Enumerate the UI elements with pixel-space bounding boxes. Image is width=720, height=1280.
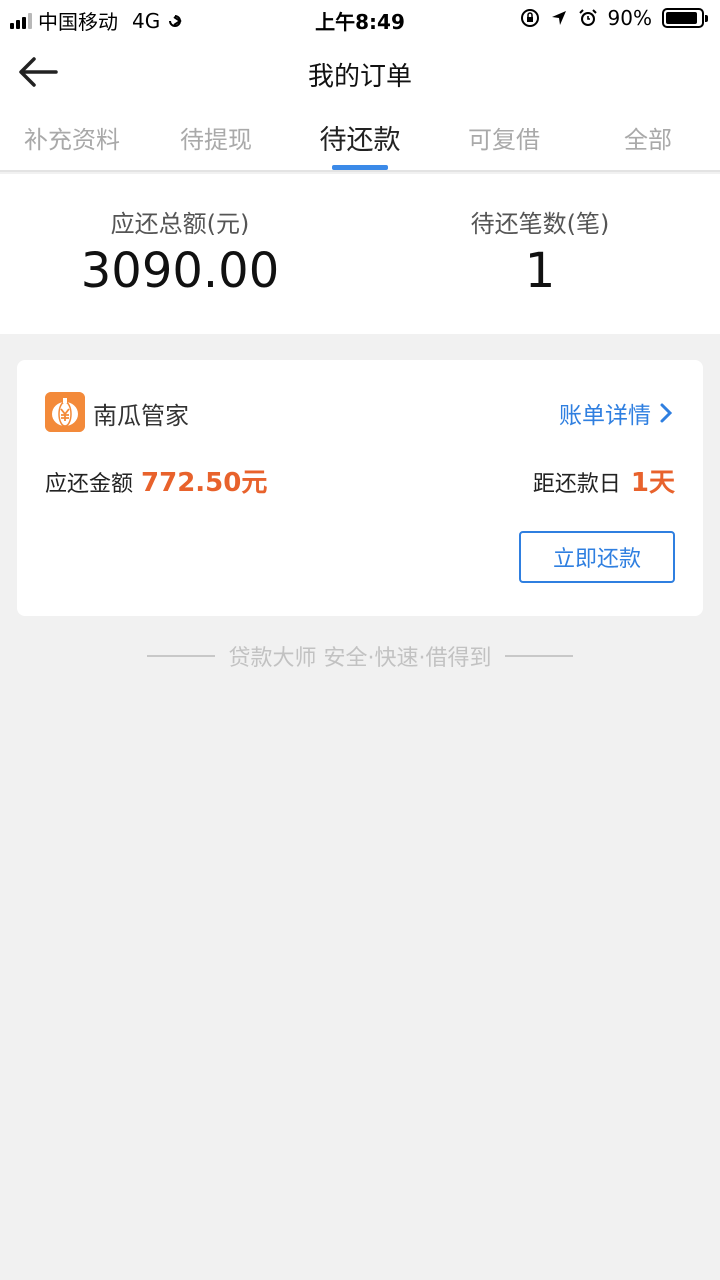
- order-card: 南瓜管家 账单详情 应还金额 772.50元 距还款日 1天 立即还款: [17, 360, 703, 616]
- amount-group: 应还金额 772.50元: [45, 462, 267, 499]
- tab-pending-withdraw[interactable]: 待提现: [144, 112, 288, 170]
- order-info-row: 应还金额 772.50元 距还款日 1天: [45, 462, 675, 499]
- due-group: 距还款日 1天: [533, 462, 675, 499]
- rotation-lock-icon: [520, 9, 539, 27]
- count-label: 待还笔数(笔): [470, 210, 610, 238]
- footer-divider-right: [505, 655, 574, 657]
- amount-value: 772.50元: [141, 468, 268, 498]
- total-label: 应还总额(元): [110, 210, 250, 238]
- repay-now-button[interactable]: 立即还款: [519, 531, 675, 583]
- tab-reborrow[interactable]: 可复借: [432, 112, 576, 170]
- summary-panel: 应还总额(元) 3090.00 待还笔数(笔) 1: [0, 174, 720, 334]
- battery-fill: [666, 12, 697, 24]
- due-value: 1天: [630, 468, 675, 498]
- chevron-right-icon: [660, 403, 673, 423]
- tab-supplement[interactable]: 补充资料: [0, 112, 144, 170]
- due-label: 距还款日: [532, 472, 621, 497]
- nav-bar: 我的订单: [0, 36, 720, 112]
- bill-detail-label: 账单详情: [559, 403, 651, 429]
- footer-divider-left: [146, 655, 215, 657]
- total-value: 3090.00: [80, 243, 280, 299]
- battery-percent: 90%: [607, 6, 652, 30]
- footer-slogan: 贷款大师 安全·快速·借得到: [0, 640, 720, 672]
- tab-bar: 补充资料 待提现 待还款 可复借 全部: [0, 112, 720, 172]
- battery-icon: [662, 8, 708, 28]
- location-arrow-icon: [551, 11, 566, 25]
- amount-label: 应还金额: [45, 472, 134, 497]
- count-value: 1: [524, 243, 556, 299]
- pumpkin-yuan-icon: [45, 392, 85, 432]
- footer-text: 贷款大师 安全·快速·借得到: [228, 646, 492, 671]
- total-summary: 应还总额(元) 3090.00: [0, 204, 360, 299]
- status-right: 90%: [520, 6, 708, 30]
- page-title: 我的订单: [307, 62, 412, 92]
- alarm-icon: [578, 9, 597, 26]
- tab-all[interactable]: 全部: [576, 112, 720, 170]
- tab-pending-repay[interactable]: 待还款: [288, 112, 432, 170]
- bill-detail-link[interactable]: 账单详情: [559, 396, 673, 430]
- count-summary: 待还笔数(笔) 1: [360, 204, 720, 299]
- status-bar: 中国移动 4G 上午8:49 90%: [0, 0, 720, 36]
- lender-name: 南瓜管家: [93, 402, 189, 430]
